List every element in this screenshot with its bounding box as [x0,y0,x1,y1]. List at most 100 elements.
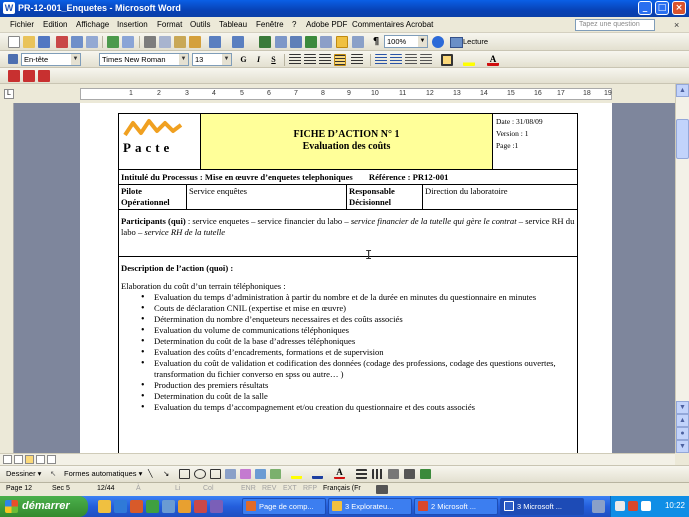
cut-icon[interactable] [144,36,156,48]
justify-icon[interactable] [334,54,346,66]
vertical-scrollbar[interactable]: ▲ ▼ ▲ ● ▼ [675,84,689,453]
document-content[interactable]: Pacte FICHE D’ACTION N° 1 Evaluation des… [118,113,578,457]
text-box-icon[interactable] [210,469,221,479]
arrow-icon[interactable]: ↘ [163,469,169,478]
line-color-icon[interactable] [312,469,323,479]
normal-view-icon[interactable] [3,455,12,464]
print-preview-icon[interactable] [86,36,98,48]
borders-icon[interactable] [441,54,453,66]
pdf-email-icon[interactable] [23,70,35,82]
style-combo[interactable]: En-tête ▼ [21,53,81,66]
quicklaunch-icon[interactable] [178,500,191,513]
help-search-input[interactable]: Tapez une question [575,19,655,31]
reading-layout-button[interactable]: Lecture [449,35,488,48]
oval-icon[interactable] [194,469,206,479]
browse-object-icon[interactable]: ● [676,427,689,440]
paste-icon[interactable] [174,36,186,48]
hyperlink-icon[interactable] [259,36,271,48]
menu-affichage[interactable]: Affichage [76,20,109,29]
line-style-icon[interactable] [356,469,367,479]
align-center-icon[interactable] [304,54,316,66]
antivirus-icon[interactable] [628,501,638,511]
align-right-icon[interactable] [319,54,331,66]
reading-view-icon[interactable] [47,455,56,464]
research-icon[interactable] [122,36,134,48]
help-icon[interactable] [432,36,444,48]
arrow-style-icon[interactable] [388,469,399,479]
line-spacing-icon[interactable] [351,54,363,66]
print-icon[interactable] [71,36,83,48]
web-view-icon[interactable] [14,455,23,464]
scroll-down-icon[interactable]: ▼ [676,401,689,414]
font-color-icon[interactable]: A [334,468,345,479]
menu-commentaires-acrobat[interactable]: Commentaires Acrobat [352,20,433,29]
scroll-thumb[interactable] [676,119,689,159]
menu-help[interactable]: ? [292,20,296,29]
status-rfp[interactable]: RFP [303,485,317,492]
taskbar-item[interactable]: Page de comp... [242,498,326,515]
close-button[interactable]: × [672,1,686,15]
save-icon[interactable] [38,36,50,48]
taskbar-item[interactable]: 3 Microsoft ... [500,498,584,515]
chevron-down-icon[interactable]: ▼ [418,36,427,47]
increase-indent-icon[interactable] [420,54,432,66]
ie-icon[interactable] [114,500,127,513]
taskbar-item[interactable]: 2 Microsoft ... [414,498,498,515]
horizontal-ruler[interactable]: 1 2 3 4 5 6 7 8 9 10 11 12 13 14 15 16 1… [80,88,612,100]
next-page-icon[interactable]: ▼ [676,440,689,453]
chevron-down-icon[interactable]: ▼ [179,54,188,65]
underline-button[interactable]: S [267,53,280,66]
wordart-icon[interactable] [225,469,236,479]
quicklaunch-icon[interactable] [98,500,111,513]
3d-style-icon[interactable] [420,469,431,479]
decrease-indent-icon[interactable] [405,54,417,66]
menu-insertion[interactable]: Insertion [117,20,148,29]
undo-icon[interactable] [209,36,221,48]
spelling-icon[interactable] [107,36,119,48]
font-combo[interactable]: Times New Roman ▼ [99,53,189,66]
rectangle-icon[interactable] [179,469,190,479]
tray-expand-icon[interactable] [592,500,605,513]
tab-selector[interactable]: L [4,89,14,99]
quicklaunch-icon[interactable] [162,500,175,513]
status-rev[interactable]: REV [262,485,276,492]
maximize-button[interactable]: □ [655,1,669,15]
menu-tableau[interactable]: Tableau [219,20,247,29]
quicklaunch-icon[interactable] [194,500,207,513]
clipart-icon[interactable] [255,469,266,479]
menu-edition[interactable]: Edition [43,20,67,29]
tables-borders-icon[interactable] [275,36,287,48]
horizontal-scrollbar[interactable] [0,453,675,465]
menu-fichier[interactable]: Fichier [10,20,34,29]
dash-style-icon[interactable] [372,469,383,479]
quicklaunch-icon[interactable] [146,500,159,513]
font-color-icon[interactable]: A [487,54,499,66]
chevron-down-icon[interactable]: ▼ [222,54,231,65]
bullets-icon[interactable] [390,54,402,66]
columns-icon[interactable] [320,36,332,48]
bold-button[interactable]: G [237,53,250,66]
menu-format[interactable]: Format [157,20,182,29]
insert-table-icon[interactable] [290,36,302,48]
align-left-icon[interactable] [289,54,301,66]
styles-formatting-icon[interactable] [8,54,18,64]
pdf-review-icon[interactable] [38,70,50,82]
outline-view-icon[interactable] [36,455,45,464]
page-view-icon[interactable] [25,455,34,464]
document-close-icon[interactable]: × [674,20,679,30]
highlight-icon[interactable] [463,54,475,66]
permission-icon[interactable] [56,36,68,48]
drawing-icon[interactable] [336,36,348,48]
status-ext[interactable]: EXT [283,485,297,492]
new-document-icon[interactable] [8,36,20,48]
network-icon[interactable] [615,501,625,511]
menu-fenetre[interactable]: Fenêtre [256,20,284,29]
convert-pdf-icon[interactable] [8,70,20,82]
document-map-icon[interactable] [352,36,364,48]
quicklaunch-icon[interactable] [130,500,143,513]
shadow-icon[interactable] [404,469,415,479]
volume-icon[interactable] [641,501,651,511]
status-language[interactable]: Français (Fr [323,485,361,492]
start-button[interactable]: démarrer [0,496,88,517]
picture-icon[interactable] [270,469,281,479]
